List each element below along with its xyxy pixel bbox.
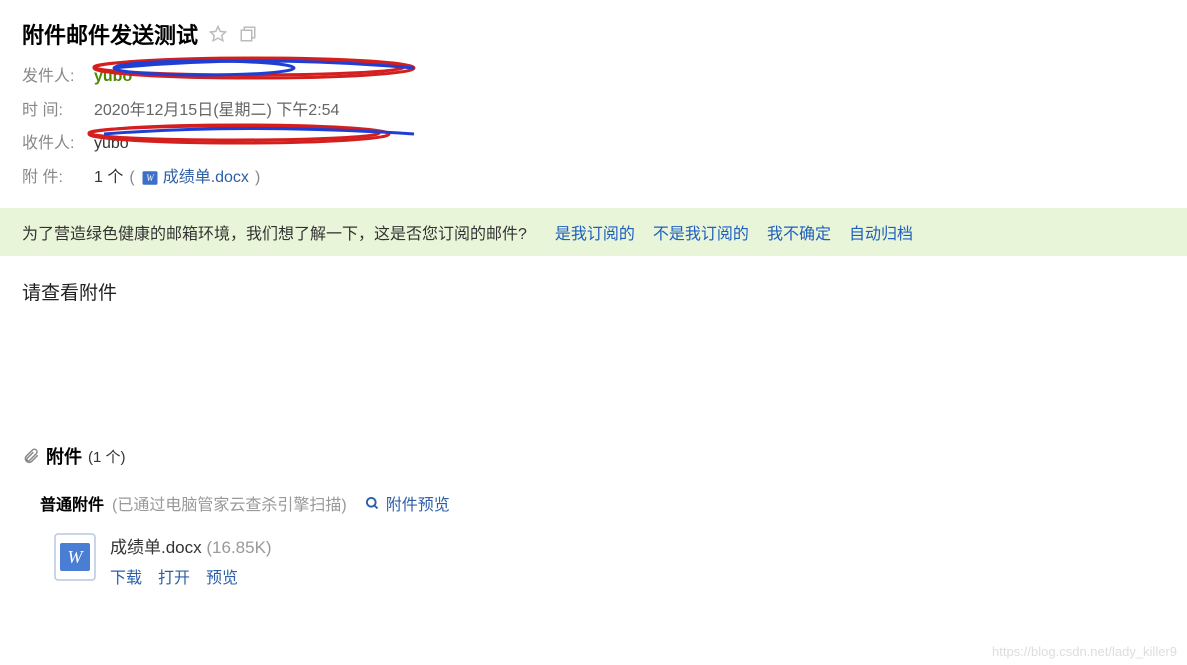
- attachments-subtitle: 普通附件: [40, 491, 104, 515]
- preview-all-label: 附件预览: [386, 491, 450, 515]
- open-link[interactable]: 打开: [158, 564, 190, 588]
- subscription-prompt-bar: 为了营造绿色健康的邮箱环境，我们想了解一下，这是否您订阅的邮件? 是我订阅的 不…: [0, 208, 1187, 256]
- svg-text:W: W: [68, 547, 85, 567]
- word-icon: W: [141, 169, 159, 187]
- attach-paren-open: (: [129, 165, 134, 191]
- prompt-unsure-link[interactable]: 我不确定: [767, 220, 831, 244]
- redaction-scribble: [84, 50, 444, 86]
- recipient-row: 收件人: yubo: [22, 131, 1165, 157]
- prompt-no-link[interactable]: 不是我订阅的: [653, 220, 749, 244]
- search-icon: [365, 496, 380, 511]
- attachments-section: 附件 (1 个) 普通附件 (已通过电脑管家云查杀引擎扫描) 附件预览 W 成绩单…: [0, 425, 1187, 618]
- sender-label: 发件人:: [22, 64, 94, 90]
- attachment-item: W 成绩单.docx (16.85K) 下载 打开 预览: [54, 533, 1165, 588]
- recipient-label: 收件人:: [22, 131, 94, 157]
- email-body: 请查看附件: [0, 256, 1187, 425]
- sender-row: 发件人: yubo: [22, 64, 1165, 90]
- preview-link[interactable]: 预览: [206, 564, 238, 588]
- email-subject: 附件邮件发送测试: [22, 18, 198, 50]
- download-link[interactable]: 下载: [110, 564, 142, 588]
- attach-paren-close: ): [255, 165, 260, 191]
- attachment-size: (16.85K): [206, 538, 271, 557]
- attachments-count: (1 个): [88, 446, 126, 467]
- body-text: 请查看附件: [22, 283, 117, 304]
- preview-all-link[interactable]: 附件预览: [365, 491, 450, 515]
- time-label: 时 间:: [22, 98, 94, 124]
- time-value: 2020年12月15日(星期二) 下午2:54: [94, 98, 339, 124]
- prompt-text: 为了营造绿色健康的邮箱环境，我们想了解一下，这是否您订阅的邮件?: [22, 220, 527, 244]
- attach-label: 附 件:: [22, 165, 94, 191]
- attachment-meta-row: 附 件: 1 个 ( W 成绩单.docx ): [22, 165, 1165, 191]
- attachment-filename: 成绩单.docx: [110, 538, 202, 557]
- watermark: https://blog.csdn.net/lady_killer9: [992, 644, 1177, 659]
- prompt-archive-link[interactable]: 自动归档: [849, 220, 913, 244]
- attach-count: 1 个: [94, 165, 123, 191]
- time-row: 时 间: 2020年12月15日(星期二) 下午2:54: [22, 98, 1165, 124]
- word-file-icon: W: [54, 533, 96, 581]
- prompt-yes-link[interactable]: 是我订阅的: [555, 220, 635, 244]
- paperclip-icon: [22, 447, 40, 465]
- attach-filename-link[interactable]: 成绩单.docx: [163, 165, 249, 191]
- recipient-name[interactable]: yubo: [94, 135, 129, 152]
- popout-icon[interactable]: [238, 24, 258, 44]
- scan-note: (已通过电脑管家云查杀引擎扫描): [112, 491, 347, 515]
- sender-name[interactable]: yubo: [94, 68, 132, 85]
- attachments-title: 附件: [46, 443, 82, 469]
- star-icon[interactable]: [208, 24, 228, 44]
